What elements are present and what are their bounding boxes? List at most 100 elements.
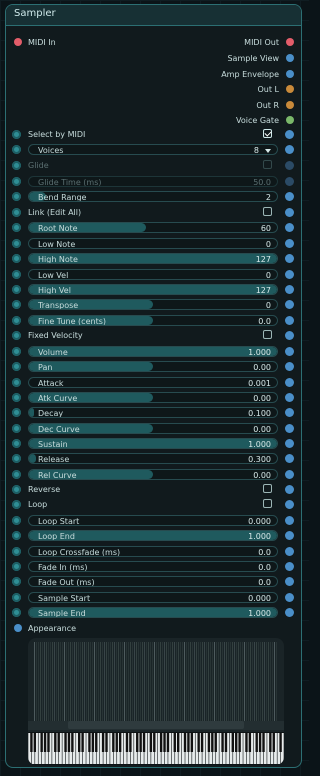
select-by-midi-checkbox[interactable] bbox=[263, 129, 272, 138]
sustain-input-pin[interactable] bbox=[12, 439, 21, 448]
out-l-port[interactable] bbox=[286, 85, 294, 93]
loop-checkbox[interactable] bbox=[263, 499, 272, 508]
transpose-output-pin[interactable] bbox=[285, 300, 294, 309]
attack-input-pin[interactable] bbox=[12, 378, 21, 387]
fine-tune-input-pin[interactable] bbox=[12, 316, 21, 325]
bend-range-output-pin[interactable] bbox=[285, 192, 294, 201]
sample-end-input-pin[interactable] bbox=[12, 608, 21, 617]
low-note-input-pin[interactable] bbox=[12, 239, 21, 248]
release-input-pin[interactable] bbox=[12, 454, 21, 463]
root-note-output-pin[interactable] bbox=[285, 223, 294, 232]
appearance-row[interactable]: Appearance bbox=[6, 621, 301, 636]
loop-crossfade-output-pin[interactable] bbox=[285, 547, 294, 556]
dec-curve-output-pin[interactable] bbox=[285, 424, 294, 433]
pan-output-pin[interactable] bbox=[285, 362, 294, 371]
volume-input-pin[interactable] bbox=[12, 347, 21, 356]
release-output-pin[interactable] bbox=[285, 454, 294, 463]
glide-time-output-pin[interactable] bbox=[285, 177, 294, 186]
node-header[interactable]: Sampler bbox=[6, 5, 301, 26]
pan-input-pin[interactable] bbox=[12, 362, 21, 371]
fade-out-output-pin[interactable] bbox=[285, 577, 294, 586]
low-note-output-pin[interactable] bbox=[285, 239, 294, 248]
rel-curve-slider[interactable]: Rel Curve 0.00 bbox=[28, 469, 278, 480]
amp-envelope-port[interactable] bbox=[286, 70, 294, 78]
fine-tune-slider[interactable]: Fine Tune (cents) 0.0 bbox=[28, 315, 278, 326]
loop-start-input-pin[interactable] bbox=[12, 516, 21, 525]
voices-input-pin[interactable] bbox=[12, 145, 21, 154]
select-by-midi-input-pin[interactable] bbox=[12, 130, 21, 139]
bend-range-input-pin[interactable] bbox=[12, 192, 21, 201]
fade-in-output-pin[interactable] bbox=[285, 562, 294, 571]
high-note-slider[interactable]: High Note 127 bbox=[28, 253, 278, 264]
fade-in-slider[interactable]: Fade In (ms) 0.0 bbox=[28, 561, 278, 572]
fine-tune-output-pin[interactable] bbox=[285, 316, 294, 325]
sampler-node[interactable]: Sampler MIDI In MIDI Out Sample View Amp… bbox=[5, 4, 302, 768]
glide-checkbox[interactable] bbox=[263, 160, 272, 169]
sample-end-output-pin[interactable] bbox=[285, 608, 294, 617]
reverse-checkbox[interactable] bbox=[263, 484, 272, 493]
fixed-velocity-checkbox[interactable] bbox=[263, 330, 272, 339]
high-note-output-pin[interactable] bbox=[285, 254, 294, 263]
loop-start-slider[interactable]: Loop Start 0.000 bbox=[28, 515, 278, 526]
loop-end-input-pin[interactable] bbox=[12, 531, 21, 540]
rel-curve-output-pin[interactable] bbox=[285, 470, 294, 479]
fade-in-input-pin[interactable] bbox=[12, 562, 21, 571]
pan-slider[interactable]: Pan 0.00 bbox=[28, 361, 278, 372]
root-note-slider[interactable]: Root Note 60 bbox=[28, 222, 278, 233]
loop-crossfade-slider[interactable]: Loop Crossfade (ms) 0.0 bbox=[28, 546, 278, 557]
appearance-port[interactable] bbox=[14, 624, 22, 632]
fixed-velocity-output-pin[interactable] bbox=[285, 331, 294, 340]
decay-slider[interactable]: Decay 0.100 bbox=[28, 407, 278, 418]
sample-end-slider[interactable]: Sample End 1.000 bbox=[28, 607, 278, 618]
link-output-pin[interactable] bbox=[285, 208, 294, 217]
bend-range-slider[interactable]: Bend Range 2 bbox=[28, 191, 278, 202]
release-slider[interactable]: Release 0.300 bbox=[28, 453, 278, 464]
loop-input-pin[interactable] bbox=[12, 500, 21, 509]
fade-out-input-pin[interactable] bbox=[12, 577, 21, 586]
high-vel-output-pin[interactable] bbox=[285, 285, 294, 294]
fixed-velocity-input-pin[interactable] bbox=[12, 331, 21, 340]
volume-slider[interactable]: Volume 1.000 bbox=[28, 346, 278, 357]
high-vel-input-pin[interactable] bbox=[12, 285, 21, 294]
high-note-input-pin[interactable] bbox=[12, 254, 21, 263]
dec-curve-slider[interactable]: Dec Curve 0.00 bbox=[28, 423, 278, 434]
transpose-slider[interactable]: Transpose 0 bbox=[28, 299, 278, 310]
reverse-output-pin[interactable] bbox=[285, 485, 294, 494]
link-checkbox[interactable] bbox=[263, 207, 272, 216]
volume-output-pin[interactable] bbox=[285, 347, 294, 356]
low-note-slider[interactable]: Low Note 0 bbox=[28, 238, 278, 249]
loop-end-output-pin[interactable] bbox=[285, 531, 294, 540]
dec-curve-input-pin[interactable] bbox=[12, 424, 21, 433]
sample-view-port[interactable] bbox=[286, 54, 294, 62]
loop-output-pin[interactable] bbox=[285, 500, 294, 509]
sustain-slider[interactable]: Sustain 1.000 bbox=[28, 438, 278, 449]
loop-crossfade-input-pin[interactable] bbox=[12, 547, 21, 556]
atk-curve-output-pin[interactable] bbox=[285, 393, 294, 402]
low-vel-output-pin[interactable] bbox=[285, 270, 294, 279]
zoom-scrollbar-handle[interactable] bbox=[68, 721, 244, 729]
low-vel-slider[interactable]: Low Vel 0 bbox=[28, 269, 278, 280]
decay-output-pin[interactable] bbox=[285, 408, 294, 417]
glide-output-pin[interactable] bbox=[285, 161, 294, 170]
link-input-pin[interactable] bbox=[12, 208, 21, 217]
sample-start-output-pin[interactable] bbox=[285, 593, 294, 602]
fade-out-slider[interactable]: Fade Out (ms) 0.0 bbox=[28, 576, 278, 587]
loop-start-output-pin[interactable] bbox=[285, 516, 294, 525]
rel-curve-input-pin[interactable] bbox=[12, 470, 21, 479]
decay-input-pin[interactable] bbox=[12, 408, 21, 417]
glide-input-pin[interactable] bbox=[12, 161, 21, 170]
low-vel-input-pin[interactable] bbox=[12, 270, 21, 279]
sample-start-slider[interactable]: Sample Start 0.000 bbox=[28, 592, 278, 603]
atk-curve-slider[interactable]: Atk Curve 0.00 bbox=[28, 392, 278, 403]
voice-gate-port[interactable] bbox=[286, 116, 294, 124]
voices-select[interactable]: Voices 8 bbox=[28, 144, 278, 155]
midi-out-port[interactable] bbox=[286, 38, 294, 46]
high-vel-slider[interactable]: High Vel 127 bbox=[28, 284, 278, 295]
voices-output-pin[interactable] bbox=[285, 145, 294, 154]
piano-keyboard[interactable] bbox=[28, 732, 284, 765]
root-note-input-pin[interactable] bbox=[12, 223, 21, 232]
midi-in-port[interactable] bbox=[14, 38, 22, 46]
select-by-midi-output-pin[interactable] bbox=[285, 130, 294, 139]
attack-output-pin[interactable] bbox=[285, 378, 294, 387]
sustain-output-pin[interactable] bbox=[285, 439, 294, 448]
